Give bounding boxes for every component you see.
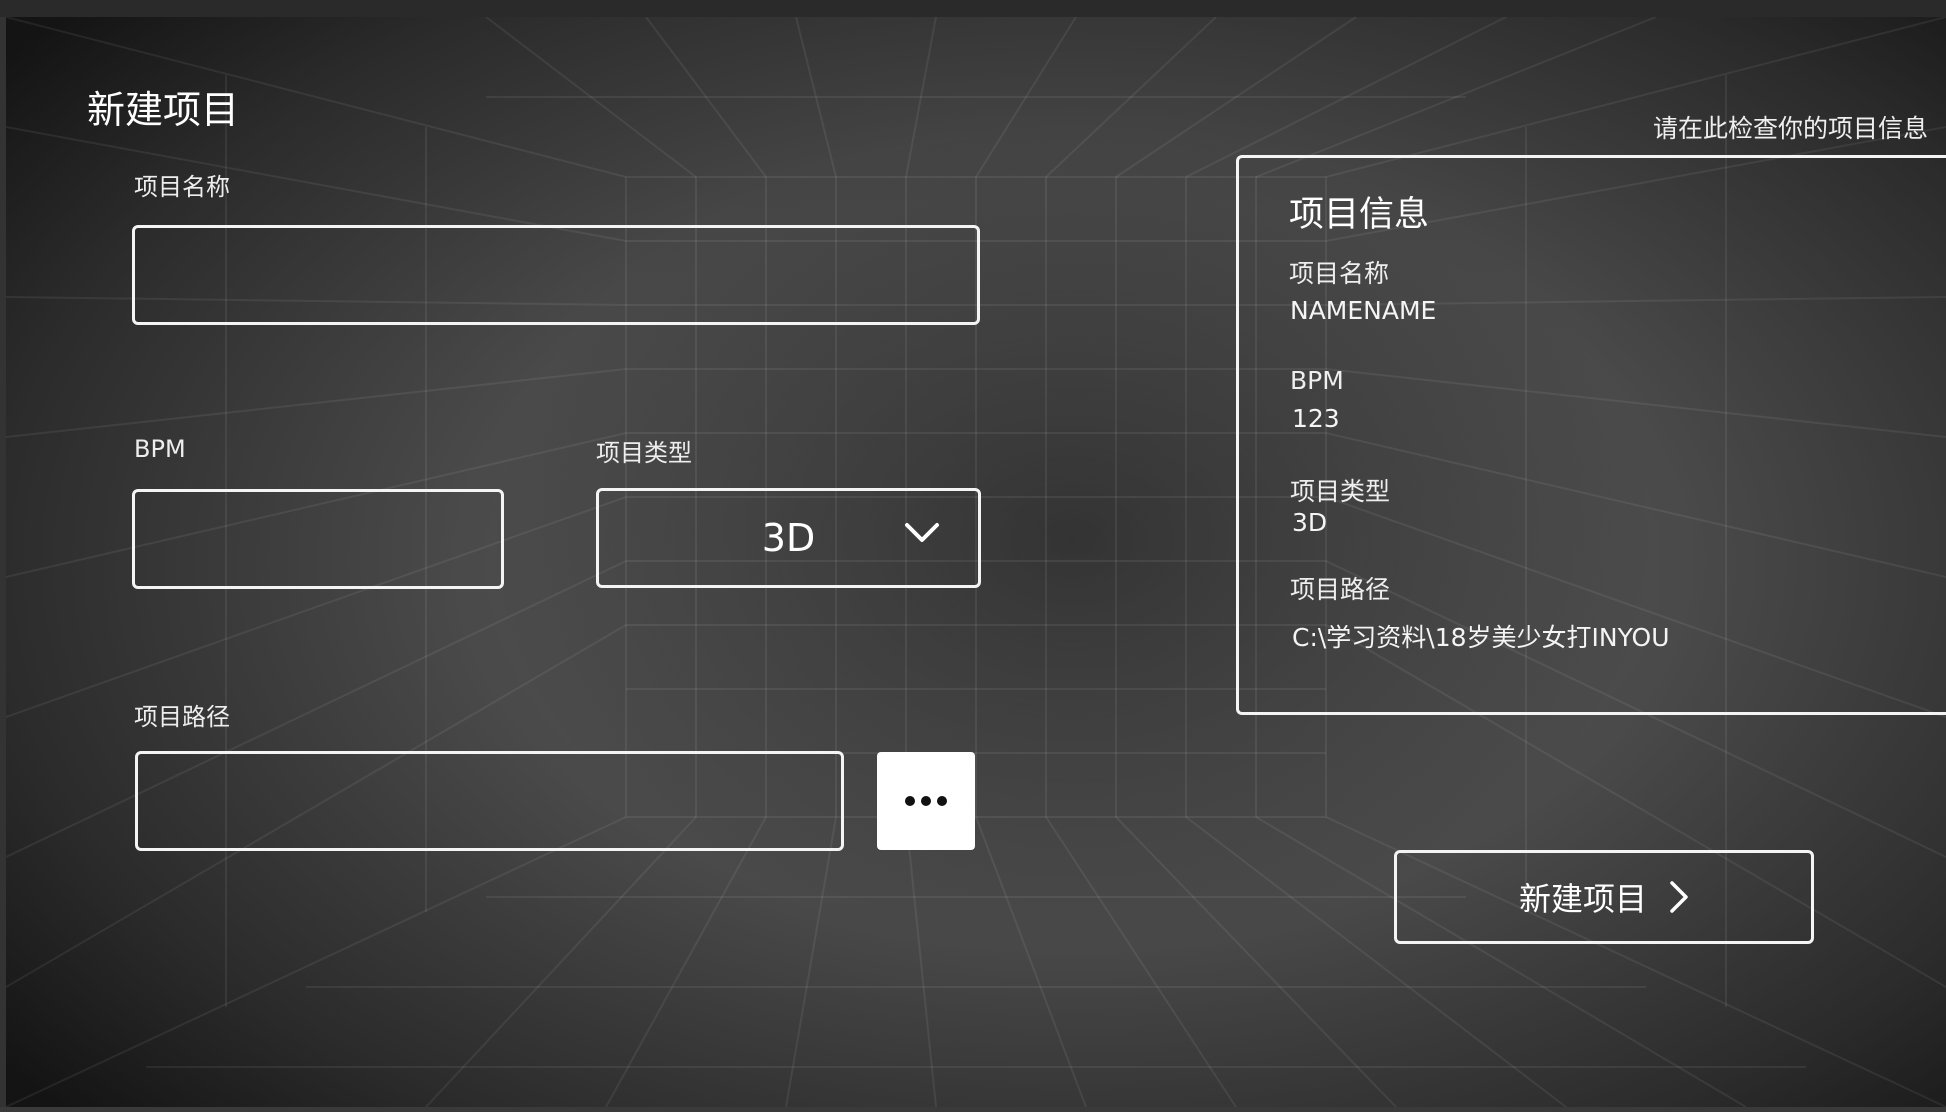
create-project-button[interactable]: 新建项目 — [1394, 850, 1814, 944]
project-name-label: 项目名称 — [134, 173, 230, 201]
info-type-value: 3D — [1292, 508, 1328, 537]
window-bottom-edge — [0, 1107, 1946, 1112]
info-name-value: NAMENAME — [1290, 296, 1437, 325]
project-type-label: 项目类型 — [596, 439, 692, 467]
info-bpm-label: BPM — [1290, 366, 1344, 395]
bpm-label: BPM — [134, 435, 186, 463]
project-info-panel: 项目信息 项目名称 NAMENAME BPM 123 项目类型 3D 项目路径 … — [1236, 155, 1946, 715]
review-hint: 请在此检查你的项目信息 — [1652, 114, 1928, 143]
ellipsis-icon — [905, 796, 947, 806]
window-top-bar — [0, 0, 1946, 18]
info-type-label: 项目类型 — [1290, 477, 1391, 506]
project-path-input[interactable] — [135, 751, 844, 851]
info-path-label: 项目路径 — [1290, 575, 1391, 604]
create-project-label: 新建项目 — [1518, 880, 1647, 918]
info-name-label: 项目名称 — [1289, 259, 1390, 288]
browse-button[interactable] — [877, 752, 975, 850]
project-name-input[interactable] — [132, 225, 980, 325]
page-title: 新建项目 — [87, 88, 240, 132]
info-bpm-value: 123 — [1292, 404, 1340, 433]
grid-room-background: 新建项目 项目名称 BPM 项目类型 3D 项目路径 请在此检查你的项目信息 项… — [6, 17, 1946, 1107]
bpm-input[interactable] — [132, 489, 504, 589]
new-project-screen: 新建项目 项目名称 BPM 项目类型 3D 项目路径 请在此检查你的项目信息 项… — [0, 0, 1946, 1112]
project-type-dropdown[interactable]: 3D — [596, 488, 981, 588]
panel-title: 项目信息 — [1289, 195, 1430, 235]
project-type-selected: 3D — [761, 516, 816, 560]
info-path-value: C:\学习资料\18岁美少女打INYOU — [1292, 623, 1670, 652]
project-path-label: 项目路径 — [134, 703, 230, 731]
chevron-down-icon — [905, 523, 939, 542]
chevron-right-icon — [1670, 881, 1688, 913]
